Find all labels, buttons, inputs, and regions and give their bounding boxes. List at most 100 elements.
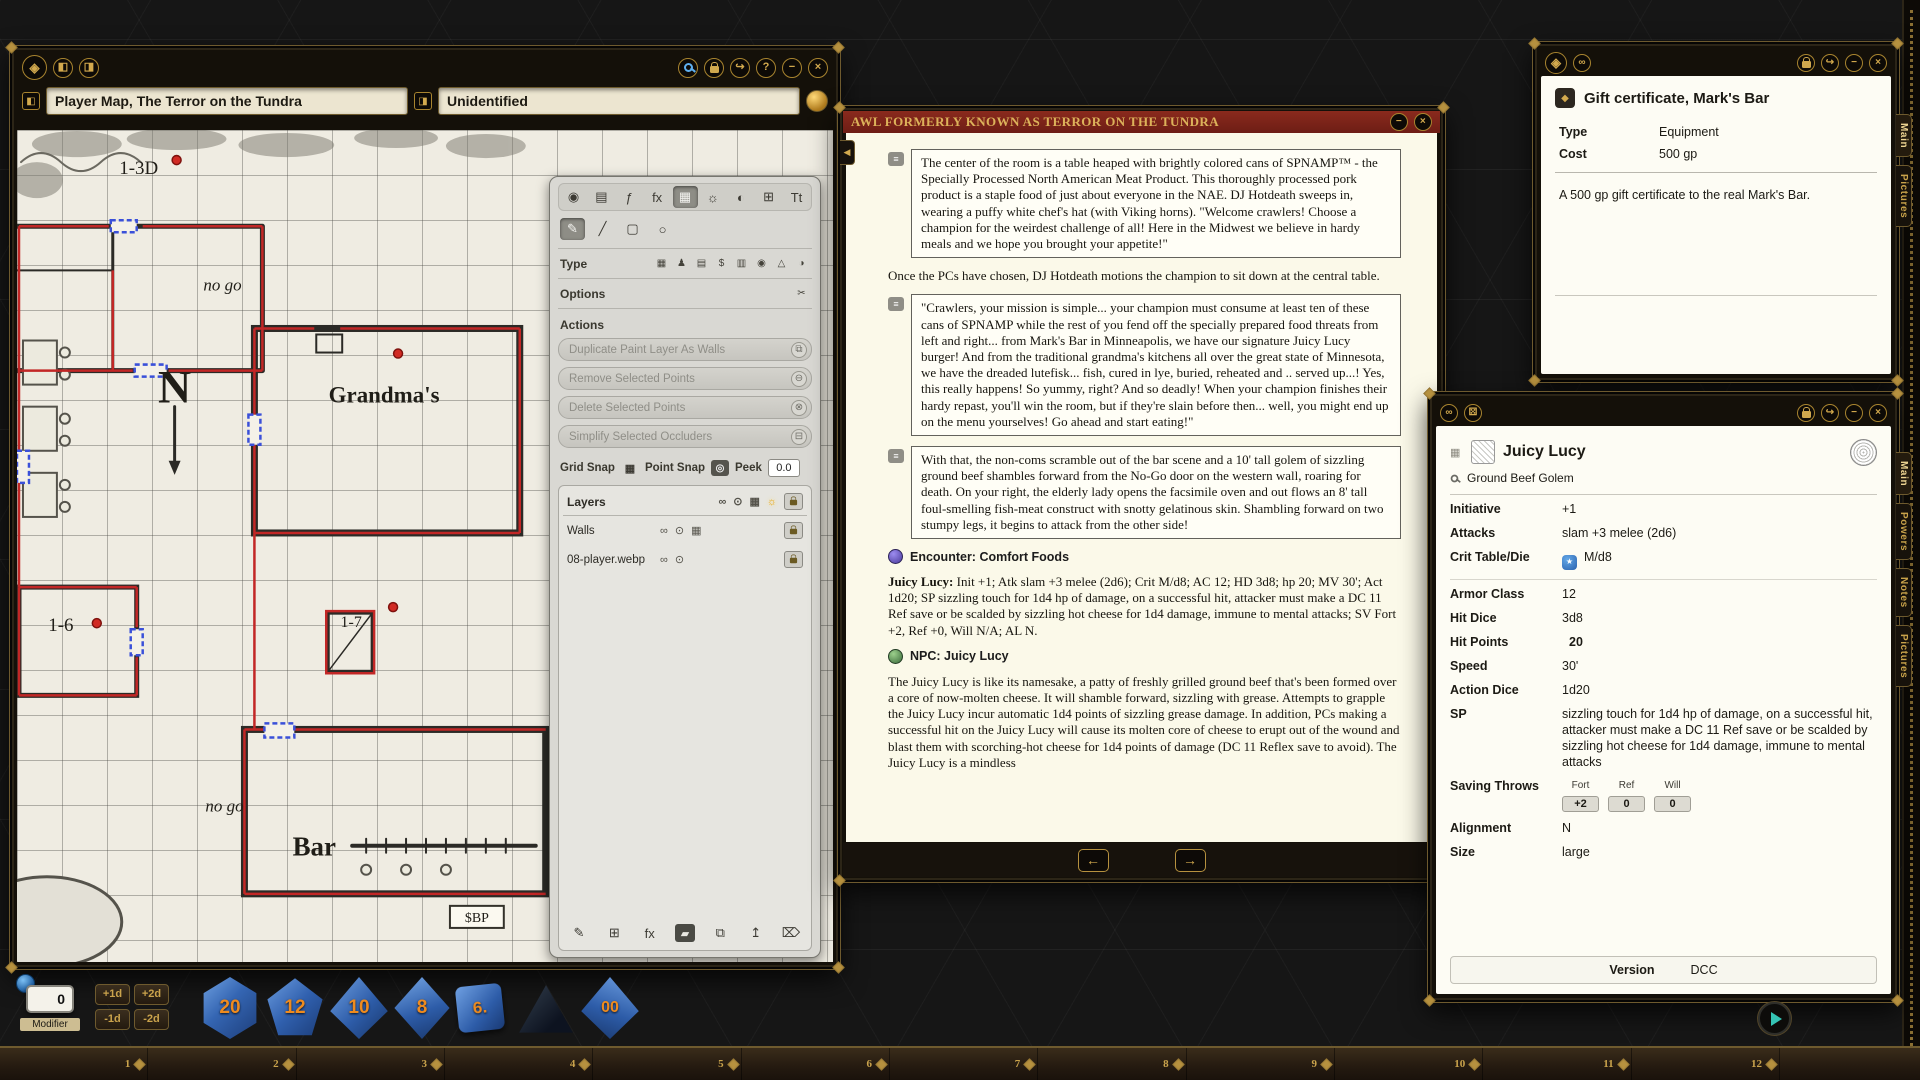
link-button[interactable]: ∞ bbox=[1573, 54, 1591, 72]
point-snap-toggle-icon[interactable]: ◎ bbox=[711, 460, 729, 476]
stat-value[interactable]: slam +3 melee (2d6) bbox=[1562, 525, 1877, 541]
hotbar-slot[interactable]: 1 bbox=[0, 1048, 148, 1080]
effects-tool-icon[interactable]: fx bbox=[645, 186, 670, 208]
mask-tool-icon[interactable]: ◐ bbox=[728, 186, 753, 208]
link-button[interactable]: ∞ bbox=[1440, 404, 1458, 422]
hotbar-slot[interactable]: 4 bbox=[445, 1048, 593, 1080]
occluder-type-wall-icon[interactable]: ▦ bbox=[653, 256, 670, 271]
cost-value[interactable]: 500 gp bbox=[1659, 147, 1697, 161]
tab-notes[interactable]: Notes bbox=[1896, 568, 1912, 617]
die-d12[interactable]: 12 bbox=[265, 977, 325, 1039]
npc-title-bar[interactable]: ∞ ⚄ ↪ − × bbox=[1430, 394, 1897, 426]
plus-1d-button[interactable]: +1d bbox=[95, 984, 130, 1005]
item-title-bar[interactable]: ◈ ∞ ↪ − × bbox=[1535, 44, 1897, 76]
occluder-type-terrain-icon[interactable]: ▤ bbox=[693, 256, 710, 271]
hotbar-slot[interactable]: 5 bbox=[593, 1048, 741, 1080]
occluder-type-visible-icon[interactable]: ◉ bbox=[753, 256, 770, 271]
minimize-button[interactable]: − bbox=[1845, 404, 1863, 422]
tab-main[interactable]: Main bbox=[1896, 114, 1912, 157]
layer-row-image[interactable]: 08-player.webp ∞ ⊙ bbox=[563, 545, 807, 574]
grid-snap-toggle-icon[interactable]: ▦ bbox=[621, 460, 639, 476]
grid-tool-icon[interactable]: ⊞ bbox=[756, 186, 781, 208]
occluder-type-pit-icon[interactable]: △ bbox=[773, 256, 790, 271]
type-value[interactable]: Equipment bbox=[1659, 125, 1719, 139]
layer-grid-icon[interactable]: ▦ bbox=[691, 524, 701, 537]
hotbar-slot[interactable]: 6 bbox=[742, 1048, 890, 1080]
scissors-icon[interactable]: ✂ bbox=[793, 286, 810, 301]
close-button[interactable]: × bbox=[1869, 54, 1887, 72]
hotbar-slot[interactable]: 3 bbox=[297, 1048, 445, 1080]
encounter-link[interactable]: Encounter: Comfort Foods bbox=[910, 550, 1069, 564]
lock-button[interactable] bbox=[704, 58, 724, 78]
plus-2d-button[interactable]: +2d bbox=[134, 984, 169, 1005]
close-button[interactable]: × bbox=[1414, 113, 1432, 131]
occluder-type-cost-icon[interactable]: $ bbox=[713, 256, 730, 271]
map-tool-button-a[interactable]: ◧ bbox=[53, 58, 73, 78]
occluder-type-toggle-icon[interactable]: ◑ bbox=[793, 256, 810, 271]
layer-lock-button[interactable] bbox=[784, 551, 803, 568]
hotbar-slot[interactable]: 10 bbox=[1335, 1048, 1483, 1080]
folder-icon[interactable]: ▰ bbox=[675, 924, 695, 942]
minus-2d-button[interactable]: -2d bbox=[134, 1009, 169, 1030]
stat-value[interactable]: M/d8 bbox=[1584, 550, 1612, 564]
tab-main[interactable]: Main bbox=[1896, 452, 1912, 495]
add-paint-layer-icon[interactable]: ✎ bbox=[569, 922, 589, 944]
line-tool-icon[interactable]: ╱ bbox=[590, 218, 615, 240]
layers-link-icon[interactable]: ∞ bbox=[718, 496, 726, 508]
simplify-selected-occluders-button[interactable]: Simplify Selected Occluders ⊟ bbox=[558, 425, 812, 448]
save-value[interactable]: 0 bbox=[1608, 796, 1645, 812]
save-value[interactable]: +2 bbox=[1562, 796, 1599, 812]
map-tool-button-b[interactable]: ◨ bbox=[79, 58, 99, 78]
stat-value[interactable]: 30' bbox=[1562, 658, 1877, 674]
play-button[interactable] bbox=[1758, 1002, 1791, 1035]
tab-pictures[interactable]: Pictures bbox=[1896, 165, 1912, 227]
die-d20[interactable]: 20 bbox=[200, 977, 260, 1039]
tab-powers[interactable]: Powers bbox=[1896, 503, 1912, 560]
occluder-tool-icon[interactable]: ▦ bbox=[673, 186, 698, 208]
share-button[interactable]: ↪ bbox=[1821, 404, 1839, 422]
stat-value[interactable]: 3d8 bbox=[1562, 610, 1877, 626]
layer-eye-icon[interactable]: ⊙ bbox=[675, 524, 684, 537]
export-layer-icon[interactable]: ↥ bbox=[746, 922, 766, 944]
zoom-button[interactable] bbox=[678, 58, 698, 78]
item-description[interactable]: A 500 gp gift certificate to the real Ma… bbox=[1555, 173, 1877, 203]
hotbar-slot[interactable]: 8 bbox=[1038, 1048, 1186, 1080]
minus-1d-button[interactable]: -1d bbox=[95, 1009, 130, 1030]
die-button[interactable]: ⚄ bbox=[1464, 404, 1482, 422]
map-title-field[interactable]: Player Map, The Terror on the Tundra bbox=[46, 87, 408, 115]
share-button[interactable]: ↪ bbox=[1821, 54, 1839, 72]
stat-value[interactable]: large bbox=[1562, 844, 1877, 860]
layer-eye-icon[interactable]: ⊙ bbox=[675, 553, 684, 566]
tab-pictures[interactable]: Pictures bbox=[1896, 625, 1912, 687]
pencil-tool-icon[interactable]: ✎ bbox=[560, 218, 585, 240]
duplicate-paint-layer-button[interactable]: Duplicate Paint Layer As Walls ⧉ bbox=[558, 338, 812, 361]
delete-selected-points-button[interactable]: Delete Selected Points ⊗ bbox=[558, 396, 812, 419]
next-page-button[interactable]: → bbox=[1175, 849, 1206, 872]
identify-button[interactable] bbox=[806, 90, 828, 112]
stat-value[interactable]: sizzling touch for 1d4 hp of damage, on … bbox=[1562, 706, 1877, 770]
hotbar-slot[interactable]: 2 bbox=[148, 1048, 296, 1080]
token-icon[interactable]: ▦ bbox=[1450, 446, 1463, 459]
radial-menu-button[interactable]: ◈ bbox=[22, 55, 47, 80]
save-value[interactable]: 0 bbox=[1654, 796, 1691, 812]
hotbar-slot[interactable]: 7 bbox=[890, 1048, 1038, 1080]
copy-layer-icon[interactable]: ⧉ bbox=[710, 922, 730, 944]
layers-grid-icon[interactable]: ▦ bbox=[750, 495, 760, 508]
minimize-button[interactable]: − bbox=[782, 58, 802, 78]
layers-tool-icon[interactable]: ▤ bbox=[589, 186, 614, 208]
occluder-type-door-icon[interactable]: ♟ bbox=[673, 256, 690, 271]
pointer-tool-icon[interactable]: ◉ bbox=[561, 186, 586, 208]
layer-link-icon[interactable]: ∞ bbox=[660, 525, 668, 537]
hotbar-slot[interactable]: 11 bbox=[1483, 1048, 1631, 1080]
layers-eye-icon[interactable]: ⊙ bbox=[733, 495, 742, 508]
stat-value[interactable]: N bbox=[1562, 820, 1877, 836]
die-d4[interactable] bbox=[518, 983, 574, 1037]
portrait-thumbnail[interactable] bbox=[1471, 440, 1495, 464]
layer-lock-button[interactable] bbox=[784, 522, 803, 539]
rectangle-tool-icon[interactable]: ▢ bbox=[620, 218, 645, 240]
peek-input[interactable]: 0.0 bbox=[768, 459, 800, 477]
die-d100[interactable]: 00 bbox=[580, 977, 640, 1039]
npc-name[interactable]: Juicy Lucy bbox=[1503, 443, 1842, 461]
add-effect-layer-icon[interactable]: fx bbox=[640, 922, 660, 944]
share-button[interactable]: ↪ bbox=[730, 58, 750, 78]
